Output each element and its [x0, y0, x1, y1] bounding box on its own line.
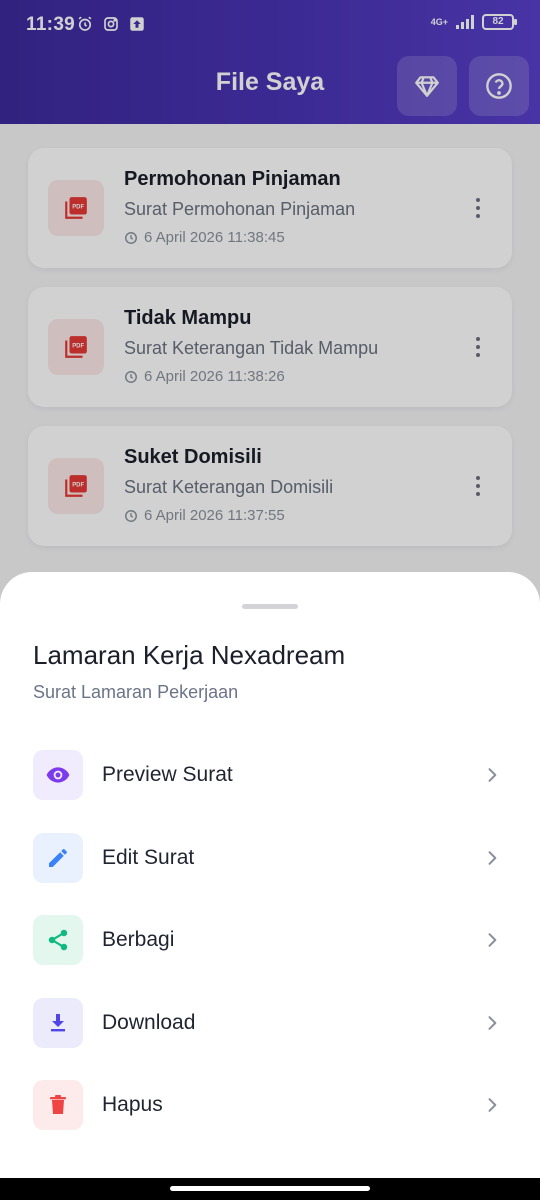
action-label: Hapus: [102, 1093, 163, 1116]
action-hapus[interactable]: Hapus: [0, 1080, 540, 1163]
action-berbagi[interactable]: Berbagi: [0, 915, 540, 998]
system-navigation-bar: [0, 1178, 540, 1200]
eye-icon: [33, 750, 83, 800]
action-preview-surat[interactable]: Preview Surat: [0, 750, 540, 833]
chevron-right-icon: [488, 1098, 497, 1112]
chevron-right-icon: [488, 850, 497, 865]
home-gesture-handle[interactable]: [170, 1186, 370, 1191]
action-label: Berbagi: [102, 928, 175, 951]
chevron-right-icon: [488, 768, 497, 782]
action-edit-surat[interactable]: Edit Surat: [0, 832, 540, 916]
pencil-icon: [33, 832, 83, 883]
trash-icon: [33, 1080, 83, 1130]
action-label: Preview Surat: [102, 763, 233, 786]
action-label: Edit Surat: [102, 845, 195, 869]
sheet-subtitle: Surat Lamaran Pekerjaan: [33, 682, 239, 702]
file-actions-bottom-sheet: Lamaran Kerja Nexadream Surat Lamaran Pe…: [0, 572, 540, 1200]
download-icon: [33, 997, 83, 1048]
action-label: Download: [102, 1010, 196, 1034]
sheet-drag-handle[interactable]: [242, 604, 298, 609]
chevron-right-icon: [488, 933, 497, 947]
sheet-title: Lamaran Kerja Nexadream: [33, 640, 346, 670]
share-icon: [33, 915, 83, 965]
action-list: Preview Surat Edit Surat Berbagi Downloa…: [0, 750, 540, 1163]
chevron-right-icon: [488, 1015, 497, 1030]
action-download[interactable]: Download: [0, 997, 540, 1081]
